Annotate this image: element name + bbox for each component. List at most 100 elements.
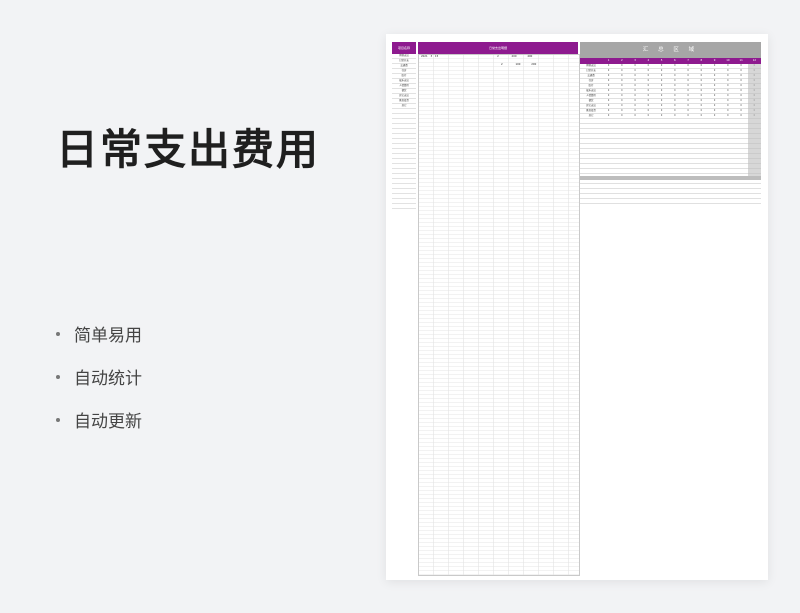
main-table-header: 日常支出明细: [418, 42, 578, 54]
summary-cell: 0: [713, 89, 716, 92]
summary-cell: 0: [607, 84, 610, 87]
summary-empty-row: [580, 199, 761, 204]
main-table-grid: 2021 3 15 2 200 400 2 100 200: [418, 54, 580, 576]
cell-month: 3: [430, 55, 433, 58]
summary-row-label: 其它: [588, 114, 594, 117]
bullet-icon: [56, 331, 60, 336]
summary-cell: 0: [634, 84, 636, 87]
summary-row-label: 购物支出: [586, 64, 596, 67]
summary-cell: 0: [700, 109, 703, 112]
summary-cell: 0: [634, 64, 636, 67]
summary-cell: 0: [607, 74, 610, 77]
feature-item: 自动更新: [56, 398, 142, 441]
summary-cell: 0: [687, 109, 689, 112]
summary-cell: 0: [727, 69, 729, 72]
summary-cell: 0: [727, 99, 729, 102]
summary-row-label: 日常开支: [586, 69, 596, 72]
summary-cell: 0: [674, 109, 676, 112]
summary-cell: 0: [621, 89, 623, 92]
summary-cell: 0: [713, 74, 716, 77]
summary-cell: 0: [713, 79, 716, 82]
summary-cell: 0: [607, 64, 610, 67]
summary-cell: 0: [700, 104, 703, 107]
summary-cell: 0: [687, 79, 689, 82]
page-title: 日常支出费用: [56, 125, 321, 174]
summary-row-label: 其它支出: [586, 104, 596, 107]
summary-cell: 0: [687, 104, 689, 107]
summary-cell: 0: [700, 84, 703, 87]
summary-cell: 0: [634, 109, 636, 112]
summary-cell: 0: [634, 69, 636, 72]
summary-cell: 0: [740, 99, 742, 102]
summary-cell: 0: [621, 64, 623, 67]
table-row: 2021 3 15 2 200 400: [421, 55, 532, 58]
summary-row-label: 交通费: [587, 74, 595, 77]
summary-cell: 0: [607, 94, 610, 97]
summary-row-label: 人情费用: [586, 94, 596, 97]
summary-cell: 0: [674, 84, 676, 87]
summary-cell: 0: [727, 104, 729, 107]
summary-cell: 0: [660, 89, 663, 92]
summary-cell: 0: [607, 99, 610, 102]
summary-cell: 0: [674, 99, 676, 102]
summary-cell: 0: [621, 114, 623, 117]
summary-cell: 0: [621, 69, 623, 72]
summary-total-column: [748, 64, 761, 176]
summary-cell: 0: [740, 114, 742, 117]
summary-cell: 0: [713, 69, 716, 72]
category-list: 购物支出 日常开支 交通费 住房 医疗 娱乐支出 人情费用 餐饮 其它支出 教育投资 其它: [392, 54, 416, 209]
summary-cell: 0: [634, 114, 636, 117]
summary-cell: 0: [647, 109, 650, 112]
summary-cell: 0: [647, 69, 650, 72]
summary-cell: 0: [621, 109, 623, 112]
summary-cell: 0: [647, 89, 650, 92]
summary-cell: 0: [687, 74, 689, 77]
summary-cell: 0: [607, 79, 610, 82]
summary-cell: 0: [740, 104, 742, 107]
summary-cell: 0: [660, 74, 663, 77]
summary-cell: 0: [727, 64, 729, 67]
cell-qty: 2: [497, 55, 499, 58]
summary-cell: 0: [700, 114, 703, 117]
summary-cell: 0: [700, 99, 703, 102]
summary-cell: 0: [621, 99, 623, 102]
summary-cell: 0: [647, 104, 650, 107]
summary-cell: 0: [674, 74, 676, 77]
feature-item: 简单易用: [56, 312, 142, 355]
summary-cell: 0: [687, 114, 689, 117]
summary-cell: 0: [621, 84, 623, 87]
summary-cell: 0: [634, 74, 636, 77]
summary-cell: 0: [660, 109, 663, 112]
summary-cell: 0: [634, 94, 636, 97]
summary-cell: 0: [740, 79, 742, 82]
summary-cell: 0: [713, 94, 716, 97]
summary-cell: 0: [660, 94, 663, 97]
summary-grid: 购物支出 0 0 0 0 0 0 0 0 0 0 0 0 日常开支 0 0 0 0 0 0 0 0 0 0 0 0 交通费 0 0 0 0 0…: [580, 64, 761, 204]
summary-cell: 0: [607, 109, 610, 112]
summary-cell: 0: [647, 79, 650, 82]
summary-cell: 0: [647, 64, 650, 67]
summary-cell: 0: [647, 114, 650, 117]
summary-cell: 0: [700, 89, 703, 92]
summary-cell: 0: [647, 99, 650, 102]
bullet-icon: [56, 417, 60, 422]
summary-cell: 0: [687, 69, 689, 72]
summary-cell: 0: [621, 94, 623, 97]
summary-cell: 0: [634, 99, 636, 102]
summary-cell: 0: [674, 114, 676, 117]
summary-cell: 0: [700, 64, 703, 67]
feature-label: 简单易用: [74, 326, 142, 346]
cell-price: 200: [511, 55, 517, 58]
summary-total-row: [580, 176, 761, 180]
summary-cell: 0: [647, 74, 650, 77]
summary-cell: 0: [727, 89, 729, 92]
summary-cell: 0: [687, 64, 689, 67]
summary-cell: 0: [740, 64, 742, 67]
summary-cell: 0: [647, 94, 650, 97]
cell-amount: 200: [531, 63, 537, 66]
summary-cell: 0: [727, 84, 729, 87]
summary-cell: 0: [674, 104, 676, 107]
summary-row-label: 餐饮: [588, 99, 594, 102]
summary-cell: 0: [621, 104, 623, 107]
summary-cell: 0: [687, 89, 689, 92]
